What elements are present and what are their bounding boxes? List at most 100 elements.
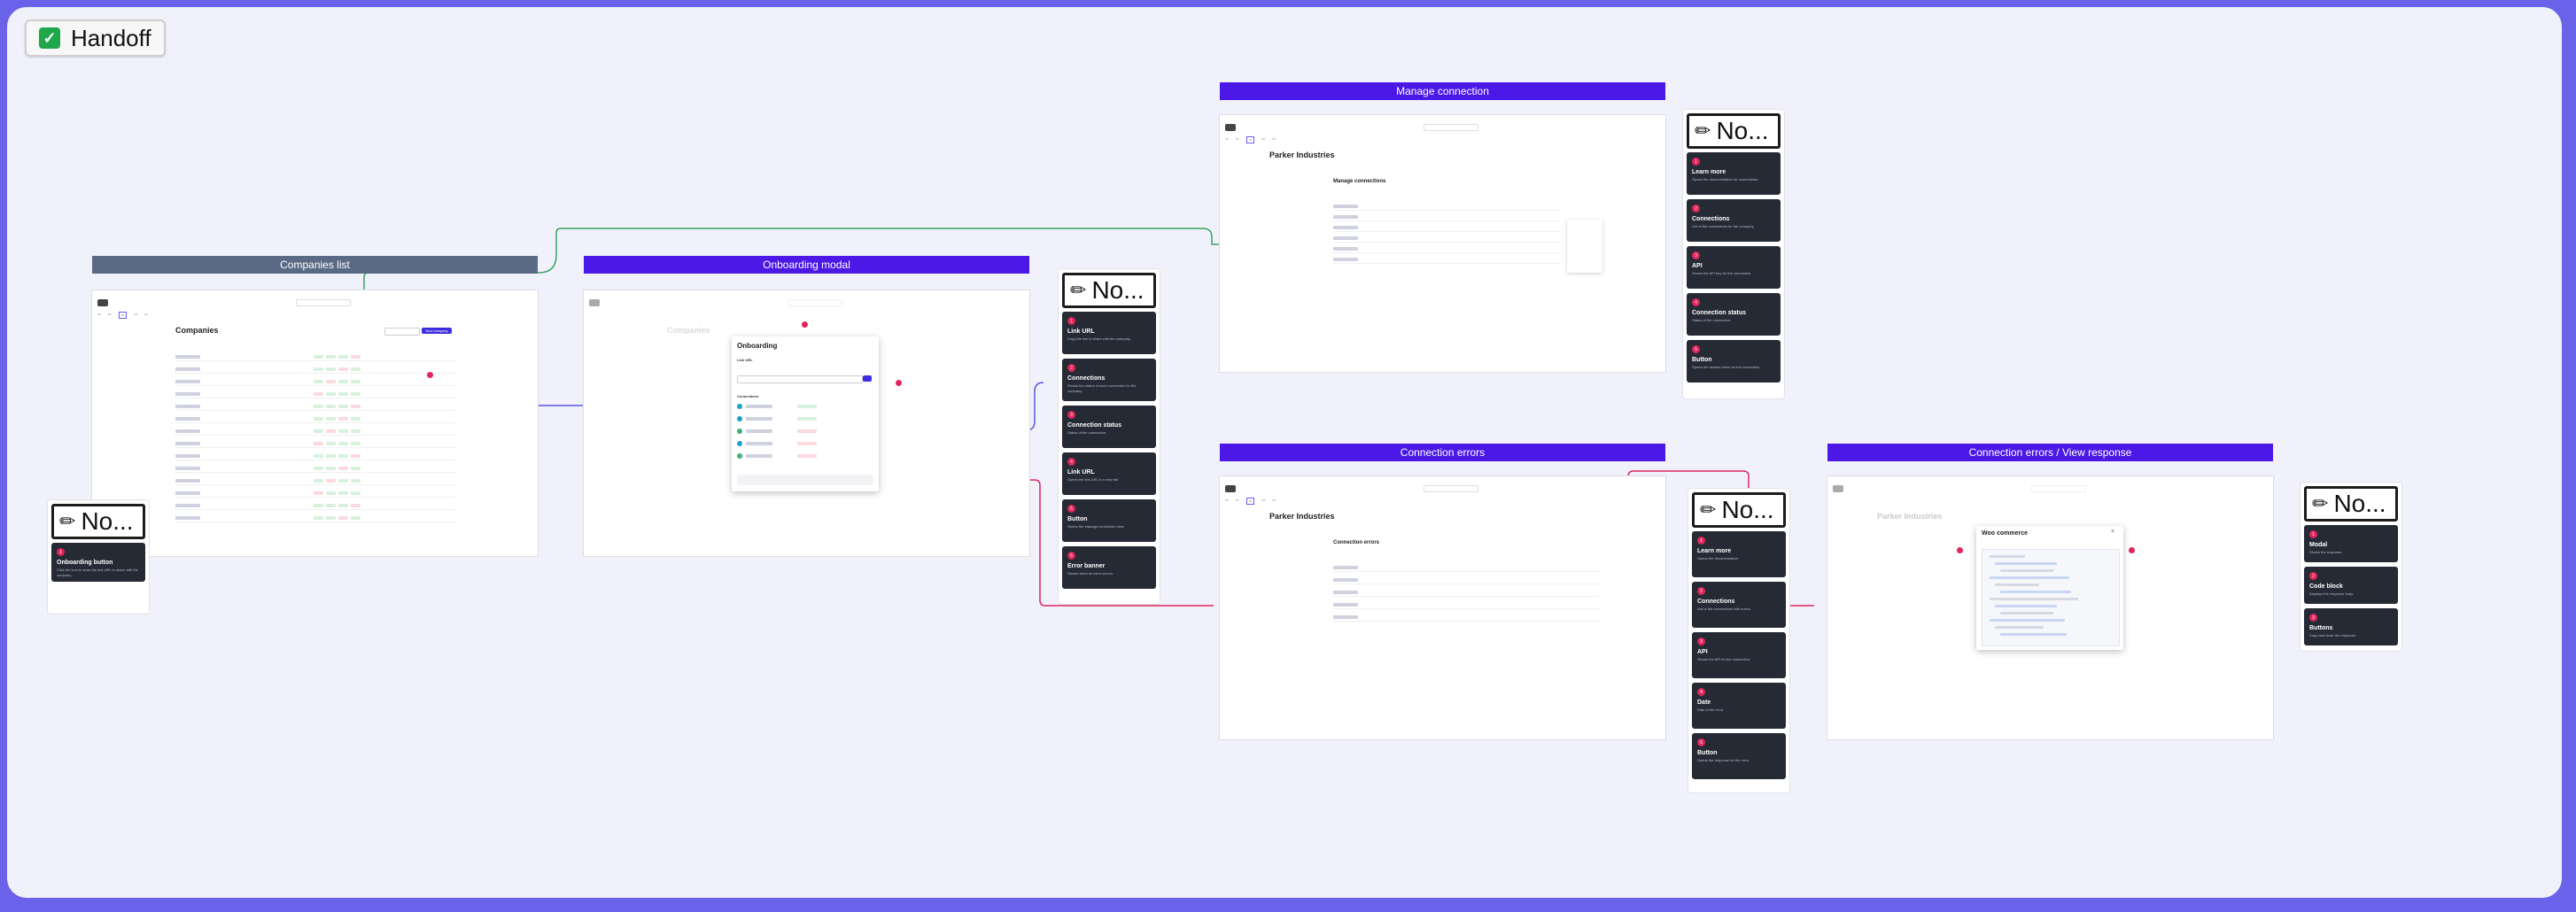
page-title: Companies (175, 326, 219, 335)
app-header (1225, 120, 1660, 135)
row-text (175, 504, 200, 507)
code-line (1990, 598, 2078, 600)
status-pill (326, 454, 336, 458)
link-url-field[interactable] (737, 375, 863, 383)
code-line (1995, 605, 2057, 607)
status-pill (338, 405, 348, 408)
note-card: 1 Learn more Opens the documentation. (1692, 531, 1786, 577)
note-text: Opens the response for the error. (1697, 758, 1750, 762)
section-title-companies-list: Companies list (92, 256, 538, 274)
connection-avatar (737, 441, 742, 446)
note-card: 4 Connection status Status of the connecti… (1687, 293, 1781, 336)
note-text: Click the icon to show the link URL to s… (57, 568, 138, 577)
status-pill (326, 442, 336, 445)
table-row (1333, 257, 1560, 264)
status-pill (326, 467, 336, 470)
note-text: Shows the API for the connection. (1697, 657, 1751, 661)
status-pill (326, 491, 336, 495)
note-number: 2 (1692, 205, 1700, 213)
status-pill (338, 491, 348, 495)
section-title-manage-connection: Manage connection (1220, 82, 1665, 100)
row-text (175, 367, 200, 371)
search-input[interactable] (1423, 485, 1478, 492)
notes-header: ✏ No... (51, 504, 145, 539)
companies-list-frame: ▭ ▭ ▭ ▭ ▭ Companies New company (92, 290, 538, 556)
status-pill (351, 367, 361, 371)
status-pill (351, 454, 361, 458)
connection-name (746, 429, 772, 433)
section-title-view-response: Connection errors / View response (1827, 444, 2273, 461)
note-text: Opens the actions menu for the connectio… (1692, 365, 1761, 369)
row-text (1333, 566, 1358, 569)
note-text: Shown when an error occurs. (1067, 571, 1114, 576)
note-number: 1 (1692, 158, 1700, 166)
note-number: 5 (1067, 505, 1075, 513)
status-pill (338, 454, 348, 458)
note-card: 2 Connections List of the connections with… (1692, 582, 1786, 628)
status-pill (351, 405, 361, 408)
note-text: Opens the manage connection view. (1067, 524, 1125, 529)
close-icon[interactable]: × (2111, 529, 2114, 535)
connection-name (746, 454, 772, 458)
note-card: 2 Connections List of the connections for … (1687, 199, 1781, 242)
status-pill (797, 454, 817, 458)
status-pill (351, 355, 361, 359)
status-pill (351, 380, 361, 383)
table-row (1333, 246, 1560, 253)
status-pill (314, 417, 323, 421)
table-row (1333, 214, 1560, 221)
note-card: 4 Date Date of the error. (1692, 683, 1786, 729)
handoff-badge: ✓ Handoff (25, 19, 166, 57)
hotspot-marker (1957, 547, 1963, 553)
status-pill (314, 479, 323, 483)
note-title: Learn more (1692, 169, 1726, 175)
note-text: Displays the response body. (2309, 591, 2354, 596)
modal-title: Onboarding (737, 342, 778, 350)
notes-panel-companies: ✏ No... 1 Onboarding button Click the ico… (48, 500, 149, 614)
note-text: Copy the link to share with the company. (1067, 336, 1131, 341)
code-line (2000, 633, 2067, 636)
note-title: Code block (2309, 584, 2343, 590)
note-card: 2 Code block Displays the response body. (2304, 567, 2398, 604)
new-company-button[interactable]: New company (422, 328, 452, 334)
note-number: 4 (1692, 298, 1700, 306)
row-text (1333, 226, 1358, 229)
search-input[interactable] (295, 299, 351, 306)
filter-button[interactable] (384, 328, 420, 336)
note-title: Connection status (1692, 310, 1747, 316)
status-pill (326, 355, 336, 359)
notes-panel-manage: ✏ No... 1 Learn more Opens the documentatio… (1683, 110, 1784, 398)
board-canvas: ✓ Handoff Companies list ▭ ▭ ▭ ▭ ▭ Companies… (7, 7, 2562, 898)
note-text: Opens the documentation. (1697, 556, 1739, 560)
search-input[interactable] (1423, 124, 1478, 131)
note-text: Status of the connection. (1692, 318, 1732, 322)
status-pill (797, 405, 817, 408)
connection-avatar (737, 404, 742, 409)
note-title: Modal (2309, 542, 2328, 548)
note-number: 1 (1697, 537, 1705, 545)
app-header (97, 296, 532, 310)
onboarding-modal-frame: Companies Onboarding Link URL Connection… (584, 290, 1029, 556)
status-pill (326, 516, 336, 520)
note-card: 1 Learn more Opens the documentation for c… (1687, 152, 1781, 195)
status-pill (326, 367, 336, 371)
pencil-icon: ✏ (1695, 120, 1711, 142)
status-pill (326, 380, 336, 383)
connection-name (746, 417, 772, 421)
table-row (1333, 204, 1560, 211)
row-text (175, 355, 200, 359)
notes-header-label: No... (1091, 276, 1144, 304)
code-line (2000, 591, 2071, 593)
note-title: Button (1692, 357, 1712, 363)
copy-icon[interactable] (863, 375, 872, 382)
note-card: 1 Onboarding button Click the icon to sh… (51, 543, 145, 582)
note-title: Link URL (1067, 469, 1095, 475)
view-response-frame: Parker Industries Woo commerce × (1827, 476, 2273, 739)
row-text (1333, 247, 1358, 251)
status-pill (351, 442, 361, 445)
connection-avatar (737, 429, 742, 434)
notes-header: ✏ No... (2304, 486, 2398, 522)
row-text (175, 467, 200, 470)
table-row (1333, 577, 1599, 584)
app-header (1225, 482, 1660, 496)
